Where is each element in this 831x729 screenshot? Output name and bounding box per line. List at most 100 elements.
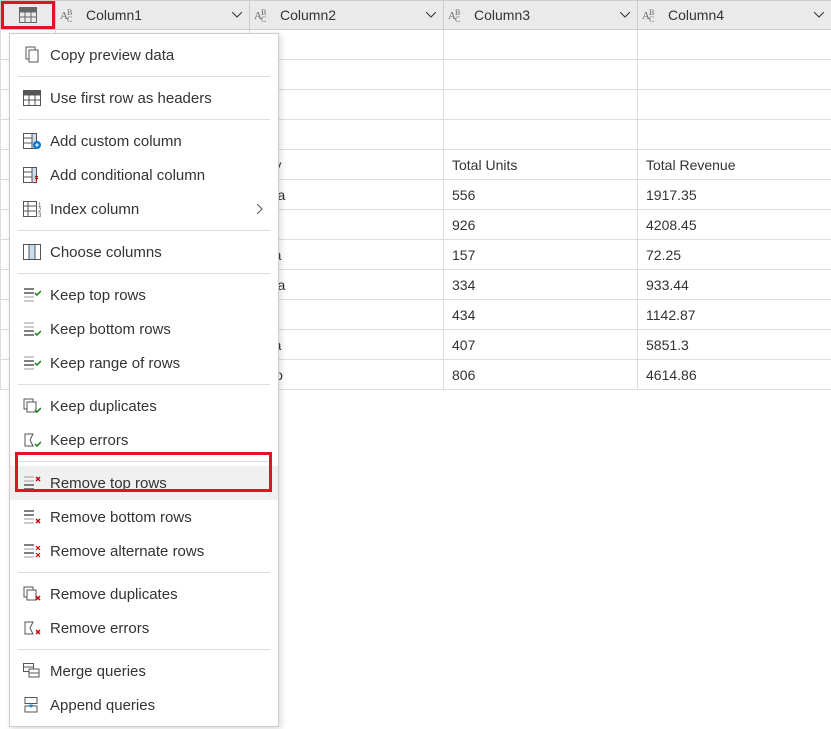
menu-copy-preview-data[interactable]: Copy preview data (10, 38, 278, 72)
keep-range-rows-icon (20, 355, 44, 371)
table-cell[interactable]: 4614.86 (638, 360, 831, 390)
menu-separator (18, 384, 270, 385)
menu-separator (18, 572, 270, 573)
menu-label: Use first row as headers (44, 90, 268, 107)
remove-errors-icon (20, 620, 44, 636)
menu-merge-queries[interactable]: Merge queries (10, 654, 278, 688)
svg-text:C: C (455, 15, 460, 23)
table-cell[interactable]: 4208.45 (638, 210, 831, 240)
menu-keep-range-of-rows[interactable]: Keep range of rows (10, 346, 278, 380)
menu-use-first-row-as-headers[interactable]: Use first row as headers (10, 81, 278, 115)
table-cell[interactable] (638, 30, 831, 60)
index-column-icon: 123 (20, 201, 44, 217)
remove-duplicates-icon (20, 586, 44, 602)
merge-queries-icon (20, 663, 44, 679)
add-conditional-column-icon (20, 167, 44, 183)
keep-bottom-rows-icon (20, 321, 44, 337)
menu-separator (18, 461, 270, 462)
table-cell[interactable]: 1917.35 (638, 180, 831, 210)
menu-keep-errors[interactable]: Keep errors (10, 423, 278, 457)
menu-label: Merge queries (44, 663, 268, 680)
menu-remove-alternate-rows[interactable]: Remove alternate rows (10, 534, 278, 568)
remove-top-rows-icon (20, 475, 44, 491)
menu-separator (18, 273, 270, 274)
table-cell[interactable]: 556 (444, 180, 638, 210)
svg-text:C: C (261, 15, 266, 23)
choose-columns-icon (20, 244, 44, 260)
column-header-4[interactable]: ABC Column4 (638, 1, 831, 30)
column-filter-dropdown[interactable] (809, 5, 829, 25)
menu-label: Append queries (44, 697, 268, 714)
table-cell[interactable]: 933.44 (638, 270, 831, 300)
column-name: Column1 (82, 7, 227, 23)
menu-label: Keep range of rows (44, 355, 268, 372)
text-type-icon: ABC (446, 7, 470, 23)
menu-add-custom-column[interactable]: Add custom column (10, 124, 278, 158)
table-cell[interactable] (638, 90, 831, 120)
text-type-icon: ABC (640, 7, 664, 23)
column-filter-dropdown[interactable] (227, 5, 247, 25)
column-name: Column3 (470, 7, 615, 23)
table-cell[interactable]: 72.25 (638, 240, 831, 270)
menu-append-queries[interactable]: Append queries (10, 688, 278, 722)
menu-add-conditional-column[interactable]: Add conditional column (10, 158, 278, 192)
menu-keep-top-rows[interactable]: Keep top rows (10, 278, 278, 312)
table-cell[interactable]: 806 (444, 360, 638, 390)
table-cell[interactable]: 5851.3 (638, 330, 831, 360)
keep-errors-icon (20, 432, 44, 448)
column-name: Column2 (276, 7, 421, 23)
menu-separator (18, 649, 270, 650)
menu-label: Add conditional column (44, 167, 268, 184)
table-cell[interactable] (444, 30, 638, 60)
table-cell[interactable] (638, 120, 831, 150)
submenu-arrow-icon (252, 204, 268, 214)
menu-remove-top-rows[interactable]: Remove top rows (10, 466, 278, 500)
menu-keep-bottom-rows[interactable]: Keep bottom rows (10, 312, 278, 346)
table-cell[interactable] (444, 60, 638, 90)
table-cell[interactable]: 926 (444, 210, 638, 240)
table-cell[interactable]: 157 (444, 240, 638, 270)
menu-remove-errors[interactable]: Remove errors (10, 611, 278, 645)
menu-label: Remove top rows (44, 475, 268, 492)
menu-label: Remove errors (44, 620, 268, 637)
menu-separator (18, 119, 270, 120)
column-header-2[interactable]: ABC Column2 (250, 1, 444, 30)
menu-label: Keep top rows (44, 287, 268, 304)
table-cell[interactable] (638, 60, 831, 90)
append-queries-icon (20, 697, 44, 713)
table-cell[interactable]: 434 (444, 300, 638, 330)
table-context-menu: Copy preview data Use first row as heade… (9, 33, 279, 727)
table-cell[interactable]: 1142.87 (638, 300, 831, 330)
table-headers-icon (20, 90, 44, 106)
table-cell[interactable] (444, 120, 638, 150)
menu-separator (18, 76, 270, 77)
table-cell[interactable]: Total Revenue (638, 150, 831, 180)
menu-keep-duplicates[interactable]: Keep duplicates (10, 389, 278, 423)
column-filter-dropdown[interactable] (421, 5, 441, 25)
copy-icon (20, 46, 44, 64)
text-type-icon: ABC (58, 7, 82, 23)
menu-label: Remove duplicates (44, 586, 268, 603)
svg-text:3: 3 (38, 213, 41, 217)
menu-label: Index column (44, 201, 252, 218)
column-filter-dropdown[interactable] (615, 5, 635, 25)
table-cell[interactable] (444, 90, 638, 120)
column-header-3[interactable]: ABC Column3 (444, 1, 638, 30)
table-menu-cell[interactable] (1, 1, 56, 30)
remove-alternate-rows-icon (20, 543, 44, 559)
menu-label: Remove bottom rows (44, 509, 268, 526)
text-type-icon: ABC (252, 7, 276, 23)
svg-text:C: C (649, 15, 654, 23)
add-custom-column-icon (20, 133, 44, 149)
menu-index-column[interactable]: 123 Index column (10, 192, 278, 226)
table-cell[interactable]: 334 (444, 270, 638, 300)
table-cell[interactable]: 407 (444, 330, 638, 360)
table-cell[interactable]: Total Units (444, 150, 638, 180)
menu-label: Choose columns (44, 244, 268, 261)
menu-choose-columns[interactable]: Choose columns (10, 235, 278, 269)
menu-remove-duplicates[interactable]: Remove duplicates (10, 577, 278, 611)
column-name: Column4 (664, 7, 809, 23)
table-icon (16, 7, 40, 23)
column-header-1[interactable]: ABC Column1 (56, 1, 250, 30)
menu-remove-bottom-rows[interactable]: Remove bottom rows (10, 500, 278, 534)
